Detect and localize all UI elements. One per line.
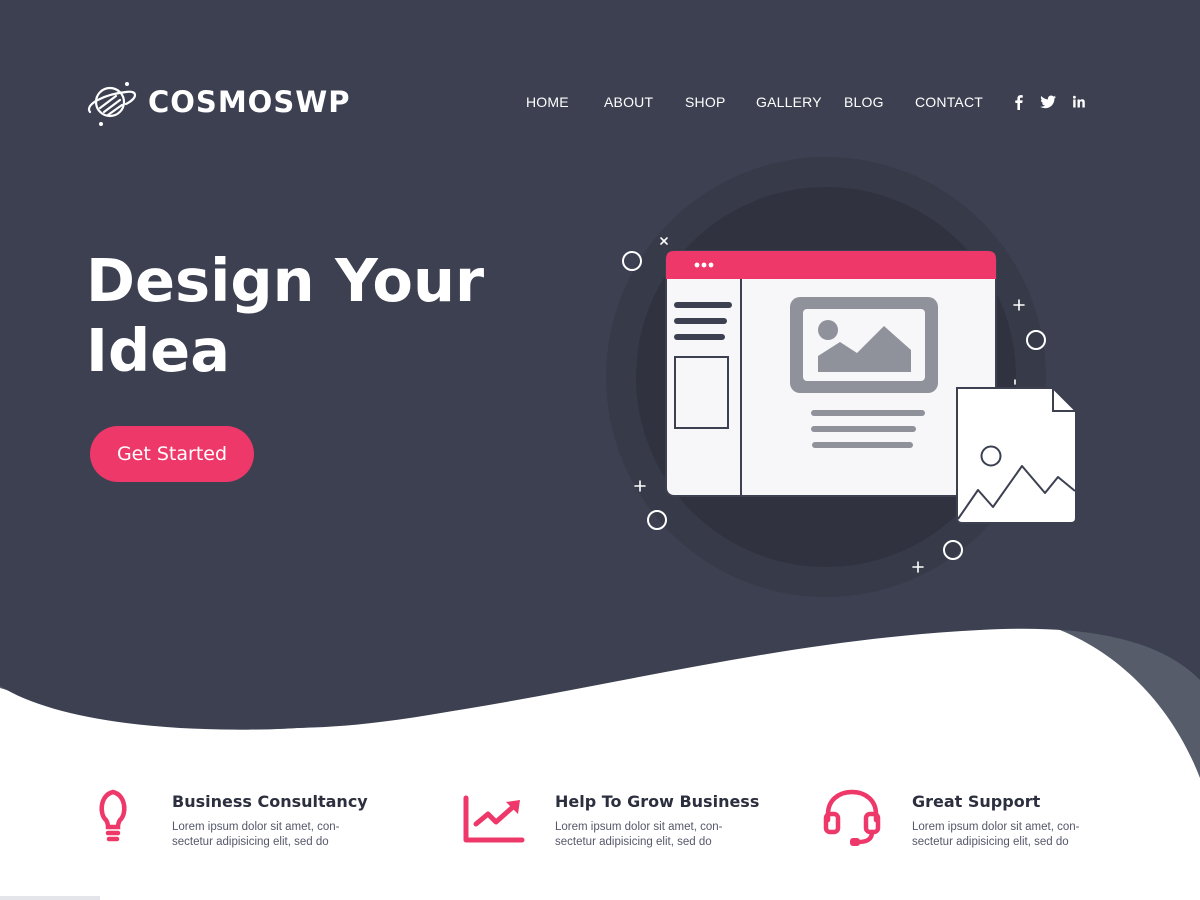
feature-grow-business: Help To Grow Business Lorem ipsum dolor … xyxy=(462,786,792,866)
growth-chart-icon xyxy=(463,795,525,843)
feature-description: Lorem ipsum dolor sit amet, con- sectetu… xyxy=(912,820,1112,850)
feature-desc-line2: sectetur adipisicing elit, sed do xyxy=(172,836,329,848)
feature-desc-line1: Lorem ipsum dolor sit amet, con- xyxy=(555,821,723,833)
feature-description: Lorem ipsum dolor sit amet, con- sectetu… xyxy=(555,820,755,850)
nav-blog[interactable]: BLOG xyxy=(844,94,884,110)
hero-title-line2: Idea xyxy=(86,316,231,385)
feature-title: Help To Grow Business xyxy=(555,792,760,811)
feature-great-support: Great Support Lorem ipsum dolor sit amet… xyxy=(822,786,1152,866)
feature-title: Great Support xyxy=(912,792,1041,811)
hero-title: Design Your Idea xyxy=(86,246,506,386)
feature-desc-line1: Lorem ipsum dolor sit amet, con- xyxy=(912,821,1080,833)
feature-description: Lorem ipsum dolor sit amet, con- sectetu… xyxy=(172,820,372,850)
feature-desc-line2: sectetur adipisicing elit, sed do xyxy=(912,836,1069,848)
nav-shop[interactable]: SHOP xyxy=(685,94,725,110)
feature-title: Business Consultancy xyxy=(172,792,368,811)
nav-about[interactable]: ABOUT xyxy=(604,94,653,110)
get-started-button[interactable]: Get Started xyxy=(90,426,254,482)
linkedin-icon[interactable] xyxy=(1070,93,1088,111)
feature-desc-line1: Lorem ipsum dolor sit amet, con- xyxy=(172,821,340,833)
nav-home[interactable]: HOME xyxy=(526,94,569,110)
twitter-icon[interactable] xyxy=(1039,93,1057,111)
feature-desc-line2: sectetur adipisicing elit, sed do xyxy=(555,836,712,848)
lightbulb-icon xyxy=(99,789,127,842)
facebook-icon[interactable] xyxy=(1010,93,1028,111)
headset-icon xyxy=(823,789,881,846)
nav-contact[interactable]: CONTACT xyxy=(915,94,983,110)
nav-gallery[interactable]: GALLERY xyxy=(756,94,822,110)
hero-title-line1: Design Your xyxy=(86,246,485,315)
feature-business-consultancy: Business Consultancy Lorem ipsum dolor s… xyxy=(90,786,420,866)
browser-illustration xyxy=(606,157,1077,597)
